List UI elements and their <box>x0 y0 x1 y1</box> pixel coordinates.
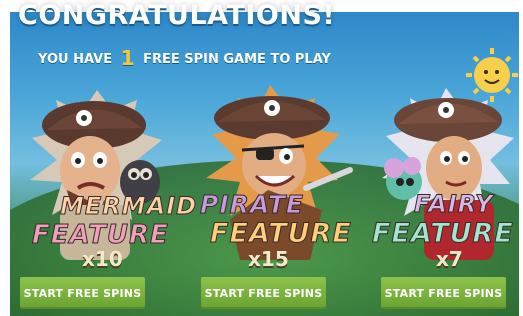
mermaid-multiplier: x10 <box>82 247 123 271</box>
pirate-feature-card[interactable]: PIRATE FEATURE x15 <box>190 70 360 300</box>
pirate-feature-label: FEATURE <box>210 218 352 250</box>
mermaid-label: MERMAID <box>59 192 198 221</box>
fairy-multiplier: x7 <box>436 247 463 271</box>
fairy-start-free-spins-button[interactable]: START FREE SPINS <box>381 277 506 309</box>
mermaid-start-free-spins-button[interactable]: START FREE SPINS <box>20 277 145 309</box>
free-spin-subtitle: YOU HAVE 1 FREE SPIN GAME TO PLAY <box>38 44 331 70</box>
game-screen: CONGRATULATIONS! YOU HAVE 1 FREE SPIN GA… <box>0 0 523 316</box>
subtitle-prefix: YOU HAVE <box>38 52 113 67</box>
congratulations-title: CONGRATULATIONS! <box>18 0 336 31</box>
mermaid-feature-card[interactable]: MERMAID FEATURE x10 <box>12 70 197 300</box>
fairy-feature-card[interactable]: FAIRY FEATURE x7 <box>364 70 523 300</box>
pirate-label: PIRATE <box>200 190 304 220</box>
fairy-label: FAIRY <box>413 190 494 219</box>
free-spin-count: 1 <box>120 46 135 70</box>
pirate-multiplier: x15 <box>248 247 289 271</box>
subtitle-suffix: FREE SPIN GAME TO PLAY <box>143 52 331 67</box>
pirate-start-free-spins-button[interactable]: START FREE SPINS <box>201 277 326 309</box>
fairy-feature-label: FEATURE <box>372 218 514 250</box>
mermaid-feature-label: FEATURE <box>32 220 169 251</box>
